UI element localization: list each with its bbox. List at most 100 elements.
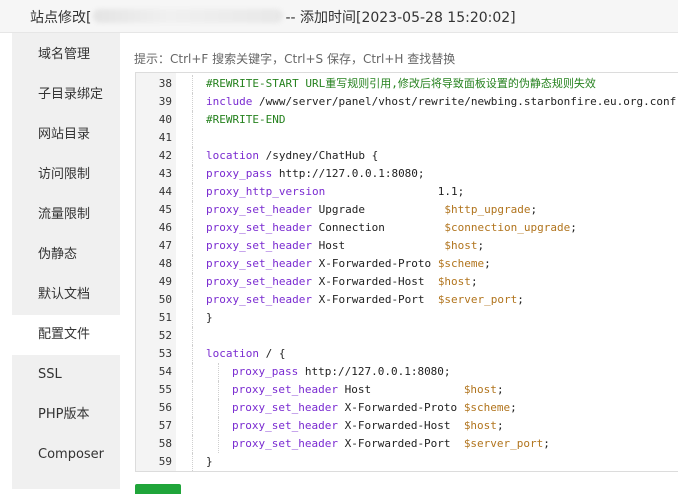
save-button[interactable] bbox=[135, 484, 181, 494]
code-line[interactable]: location /sydney/ChatHub { bbox=[206, 147, 678, 165]
line-number: 44 bbox=[158, 185, 172, 198]
sidebar-item-ssl[interactable]: SSL bbox=[12, 355, 120, 395]
dialog-title: 站点修改[-- 添加时间[2023-05-28 15:20:02] bbox=[30, 7, 516, 27]
code-token: X-Forwarded-Proto bbox=[311, 257, 438, 270]
code-token: location bbox=[206, 149, 259, 162]
sidebar-item-label: SSL bbox=[38, 367, 62, 382]
code-line[interactable]: proxy_set_header X-Forwarded-Proto $sche… bbox=[206, 255, 678, 273]
indent-guide bbox=[192, 183, 193, 201]
code-line[interactable]: location / { bbox=[206, 345, 678, 363]
code-line[interactable]: } bbox=[206, 453, 678, 471]
dialog-title-prefix: 站点修改[ bbox=[30, 10, 92, 26]
code-token: proxy_set_header bbox=[206, 257, 312, 270]
indent-guide bbox=[192, 165, 193, 183]
code-token: Upgrade bbox=[311, 203, 445, 216]
sidebar-item-label: 伪静态 bbox=[38, 247, 78, 262]
sidebar-item-subdirectory-binding[interactable]: 子目录绑定 bbox=[12, 75, 120, 115]
sidebar-item-rewrite[interactable]: 伪静态 bbox=[12, 235, 120, 275]
sidebar-item-label: 流量限制 bbox=[38, 207, 91, 222]
sidebar-item-domain-management[interactable]: 域名管理 bbox=[12, 35, 120, 75]
code-token: proxy_set_header bbox=[206, 239, 312, 252]
line-number: 49 bbox=[158, 275, 172, 288]
code-token: $host bbox=[437, 275, 471, 288]
sidebar-item-label: Composer bbox=[38, 447, 105, 462]
code-token: #REWRITE-END bbox=[206, 113, 286, 126]
code-line[interactable]: proxy_set_header Host $host; bbox=[232, 381, 678, 399]
code-line[interactable] bbox=[206, 327, 678, 345]
code-line[interactable]: proxy_set_header X-Forwarded-Host $host; bbox=[206, 273, 678, 291]
code-line[interactable]: include /www/server/panel/vhost/rewrite/… bbox=[206, 93, 678, 111]
code-token: $host bbox=[444, 239, 478, 252]
code-line[interactable]: proxy_set_header X-Forwarded-Host $host; bbox=[232, 417, 678, 435]
code-line[interactable]: proxy_http_version 1.1; bbox=[206, 183, 678, 201]
dialog-titlebar[interactable]: 站点修改[-- 添加时间[2023-05-28 15:20:02] bbox=[0, 0, 678, 33]
line-number: 54 bbox=[158, 365, 172, 378]
code-line[interactable]: proxy_set_header X-Forwarded-Port $serve… bbox=[206, 291, 678, 309]
code-token: proxy_set_header bbox=[206, 221, 312, 234]
indent-guide bbox=[218, 399, 219, 417]
code-line[interactable]: proxy_pass http://127.0.0.1:8080; bbox=[206, 165, 678, 183]
sidebar-item-traffic-limit[interactable]: 流量限制 bbox=[12, 195, 120, 235]
code-area[interactable]: #REWRITE-START URL重写规则引用,修改后将导致面板设置的伪静态规… bbox=[176, 73, 678, 471]
line-number: 50 bbox=[158, 293, 172, 306]
line-number: 51 bbox=[158, 311, 172, 324]
sidebar-item-access-restriction[interactable]: 访问限制 bbox=[12, 155, 120, 195]
config-code-editor[interactable]: 38 39 40 41 42 43 44 45 46 47 48 49 50 51 52 53 54 55 56 57… bbox=[135, 72, 678, 472]
code-line[interactable]: proxy_pass http://127.0.0.1:8080; bbox=[232, 363, 678, 381]
code-token: ; bbox=[530, 203, 538, 216]
sidebar-item-composer[interactable]: Composer bbox=[12, 435, 120, 475]
line-number: 56 bbox=[158, 401, 172, 414]
settings-sidebar: 域名管理 子目录绑定 网站目录 访问限制 流量限制 伪静态 默认文档 配置文件 … bbox=[12, 33, 120, 489]
code-token: location bbox=[206, 347, 259, 360]
code-token: X-Forwarded-Host bbox=[311, 275, 438, 288]
indent-guide bbox=[192, 291, 193, 309]
code-token: $scheme bbox=[463, 401, 511, 414]
code-token: $http_upgrade bbox=[444, 203, 531, 216]
sidebar-item-label: 访问限制 bbox=[38, 167, 91, 182]
line-number: 52 bbox=[158, 329, 172, 342]
code-line[interactable]: } bbox=[206, 309, 678, 327]
line-number: 47 bbox=[158, 239, 172, 252]
indent-guide bbox=[192, 255, 193, 273]
sidebar-item-php-version[interactable]: PHP版本 bbox=[12, 395, 120, 435]
code-line[interactable] bbox=[206, 129, 678, 147]
indent-guide bbox=[192, 147, 193, 165]
line-number: 41 bbox=[158, 131, 172, 144]
code-token: proxy_pass bbox=[206, 167, 273, 180]
line-number: 57 bbox=[158, 419, 172, 432]
line-number: 48 bbox=[158, 257, 172, 270]
indent-guide bbox=[192, 129, 193, 147]
code-line[interactable]: proxy_set_header Upgrade $http_upgrade; bbox=[206, 201, 678, 219]
code-token: } bbox=[206, 455, 213, 468]
line-number: 42 bbox=[158, 149, 172, 162]
sidebar-item-label: 配置文件 bbox=[38, 327, 91, 342]
line-number: 43 bbox=[158, 167, 172, 180]
indent-guide bbox=[192, 453, 193, 471]
code-token: ; bbox=[496, 383, 504, 396]
code-token: 1.1; bbox=[325, 185, 465, 198]
code-line[interactable]: proxy_set_header Connection $connection_… bbox=[206, 219, 678, 237]
line-number: 58 bbox=[158, 437, 172, 450]
code-token: proxy_set_header bbox=[206, 203, 312, 216]
sidebar-item-label: PHP版本 bbox=[38, 407, 90, 422]
sidebar-item-config-file[interactable]: 配置文件 bbox=[12, 315, 120, 355]
redacted-site-name bbox=[93, 9, 284, 23]
code-line[interactable]: #REWRITE-START URL重写规则引用,修改后将导致面板设置的伪静态规… bbox=[206, 75, 678, 93]
code-token: X-Forwarded-Host bbox=[337, 419, 464, 432]
code-token: ; bbox=[484, 257, 491, 270]
code-token: proxy_set_header bbox=[232, 419, 338, 432]
indent-guide bbox=[192, 75, 193, 93]
code-token: /www/server/panel/vhost/rewrite/newbing.… bbox=[252, 95, 678, 108]
indent-guide bbox=[192, 399, 193, 417]
indent-guide bbox=[192, 435, 193, 453]
indent-guide bbox=[192, 381, 193, 399]
code-token: $host bbox=[463, 383, 497, 396]
line-number: 46 bbox=[158, 221, 172, 234]
code-line[interactable]: proxy_set_header X-Forwarded-Port $serve… bbox=[232, 435, 678, 453]
sidebar-item-default-document[interactable]: 默认文档 bbox=[12, 275, 120, 315]
code-line[interactable]: proxy_set_header Host $host; bbox=[206, 237, 678, 255]
site-edit-dialog: 站点修改[-- 添加时间[2023-05-28 15:20:02] 域名管理 子… bbox=[0, 0, 678, 494]
code-line[interactable]: #REWRITE-END bbox=[206, 111, 678, 129]
code-line[interactable]: proxy_set_header X-Forwarded-Proto $sche… bbox=[232, 399, 678, 417]
sidebar-item-site-directory[interactable]: 网站目录 bbox=[12, 115, 120, 155]
